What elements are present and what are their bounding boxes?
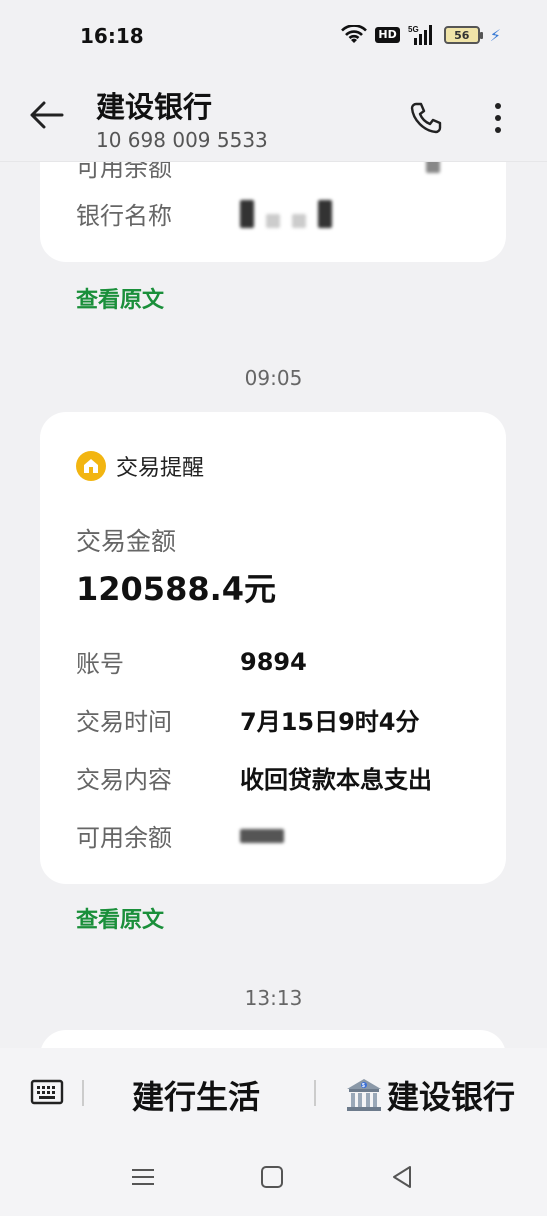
row-label: 银行名称	[76, 202, 172, 230]
status-icons: HD 5G 56 ⚡	[341, 24, 501, 46]
phone-icon[interactable]	[408, 100, 444, 136]
bottom-service-menu: 建行生活 $ 建设银行	[0, 1048, 547, 1142]
menu-item-ccb[interactable]: $ 建设银行	[345, 1072, 515, 1118]
message-timestamp: 13:13	[244, 986, 303, 1010]
redacted-value	[240, 199, 332, 228]
home-badge-icon	[76, 451, 106, 481]
menu-divider	[314, 1080, 316, 1106]
menu-item-label: 建行生活	[132, 1078, 261, 1116]
info-row-time: 交易时间 7月15日9时4分	[76, 702, 420, 737]
contact-number: 10 698 009 5533	[96, 128, 268, 152]
back-nav-icon[interactable]	[388, 1162, 418, 1192]
battery-level: 56	[454, 28, 470, 42]
row-label: 账号	[76, 650, 124, 678]
menu-item-ccb-life[interactable]: 建行生活	[132, 1072, 260, 1118]
menu-divider	[82, 1080, 84, 1106]
info-row-content: 交易内容 收回贷款本息支出	[76, 760, 432, 795]
wifi-icon	[341, 25, 368, 43]
row-value: 7月15日9时4分	[240, 708, 420, 736]
status-time: 16:18	[80, 24, 144, 48]
contact-name: 建设银行	[96, 90, 213, 124]
svg-text:$: $	[362, 1083, 365, 1089]
back-arrow-icon[interactable]	[28, 100, 66, 130]
menu-nav-icon[interactable]	[128, 1162, 158, 1192]
message-timestamp: 09:05	[244, 366, 303, 390]
charging-icon: ⚡	[489, 25, 501, 45]
amount-label: 交易金额	[76, 527, 177, 556]
view-original-link[interactable]: 查看原文	[76, 282, 164, 314]
row-value: 收回贷款本息支出	[240, 766, 432, 794]
status-bar: 16:18 HD 5G 56 ⚡	[0, 0, 547, 70]
menu-item-label: 建设银行	[387, 1078, 516, 1116]
svg-text:5G: 5G	[408, 25, 419, 34]
signal-icon: 5G	[408, 25, 432, 45]
keyboard-icon[interactable]	[30, 1078, 64, 1106]
more-vertical-icon[interactable]	[488, 100, 508, 136]
amount-value: 120588.4元	[76, 570, 277, 608]
battery-icon: 56	[443, 26, 483, 44]
view-original-link[interactable]: 查看原文	[76, 902, 164, 934]
row-label: 可用余额	[76, 824, 172, 852]
message-card-transaction[interactable]: 交易提醒 交易金额 120588.4元 账号 9894 交易时间 7月15日9时…	[40, 412, 506, 884]
conversation-header: 建设银行 10 698 009 5533	[0, 70, 547, 162]
info-row: 银行名称	[76, 196, 332, 231]
info-row-account: 账号 9894	[76, 644, 307, 679]
redacted-value	[240, 828, 284, 843]
row-label: 交易时间	[76, 708, 172, 736]
bank-icon: $	[347, 1079, 381, 1111]
home-nav-icon[interactable]	[257, 1162, 287, 1192]
notification-header: 交易提醒	[76, 450, 204, 482]
row-label: 交易内容	[76, 766, 172, 794]
notification-title: 交易提醒	[116, 456, 205, 481]
row-value: 9894	[240, 647, 307, 676]
hd-badge: HD	[375, 27, 400, 43]
system-nav-bar	[0, 1142, 547, 1216]
info-row-balance: 可用余额	[76, 818, 284, 853]
